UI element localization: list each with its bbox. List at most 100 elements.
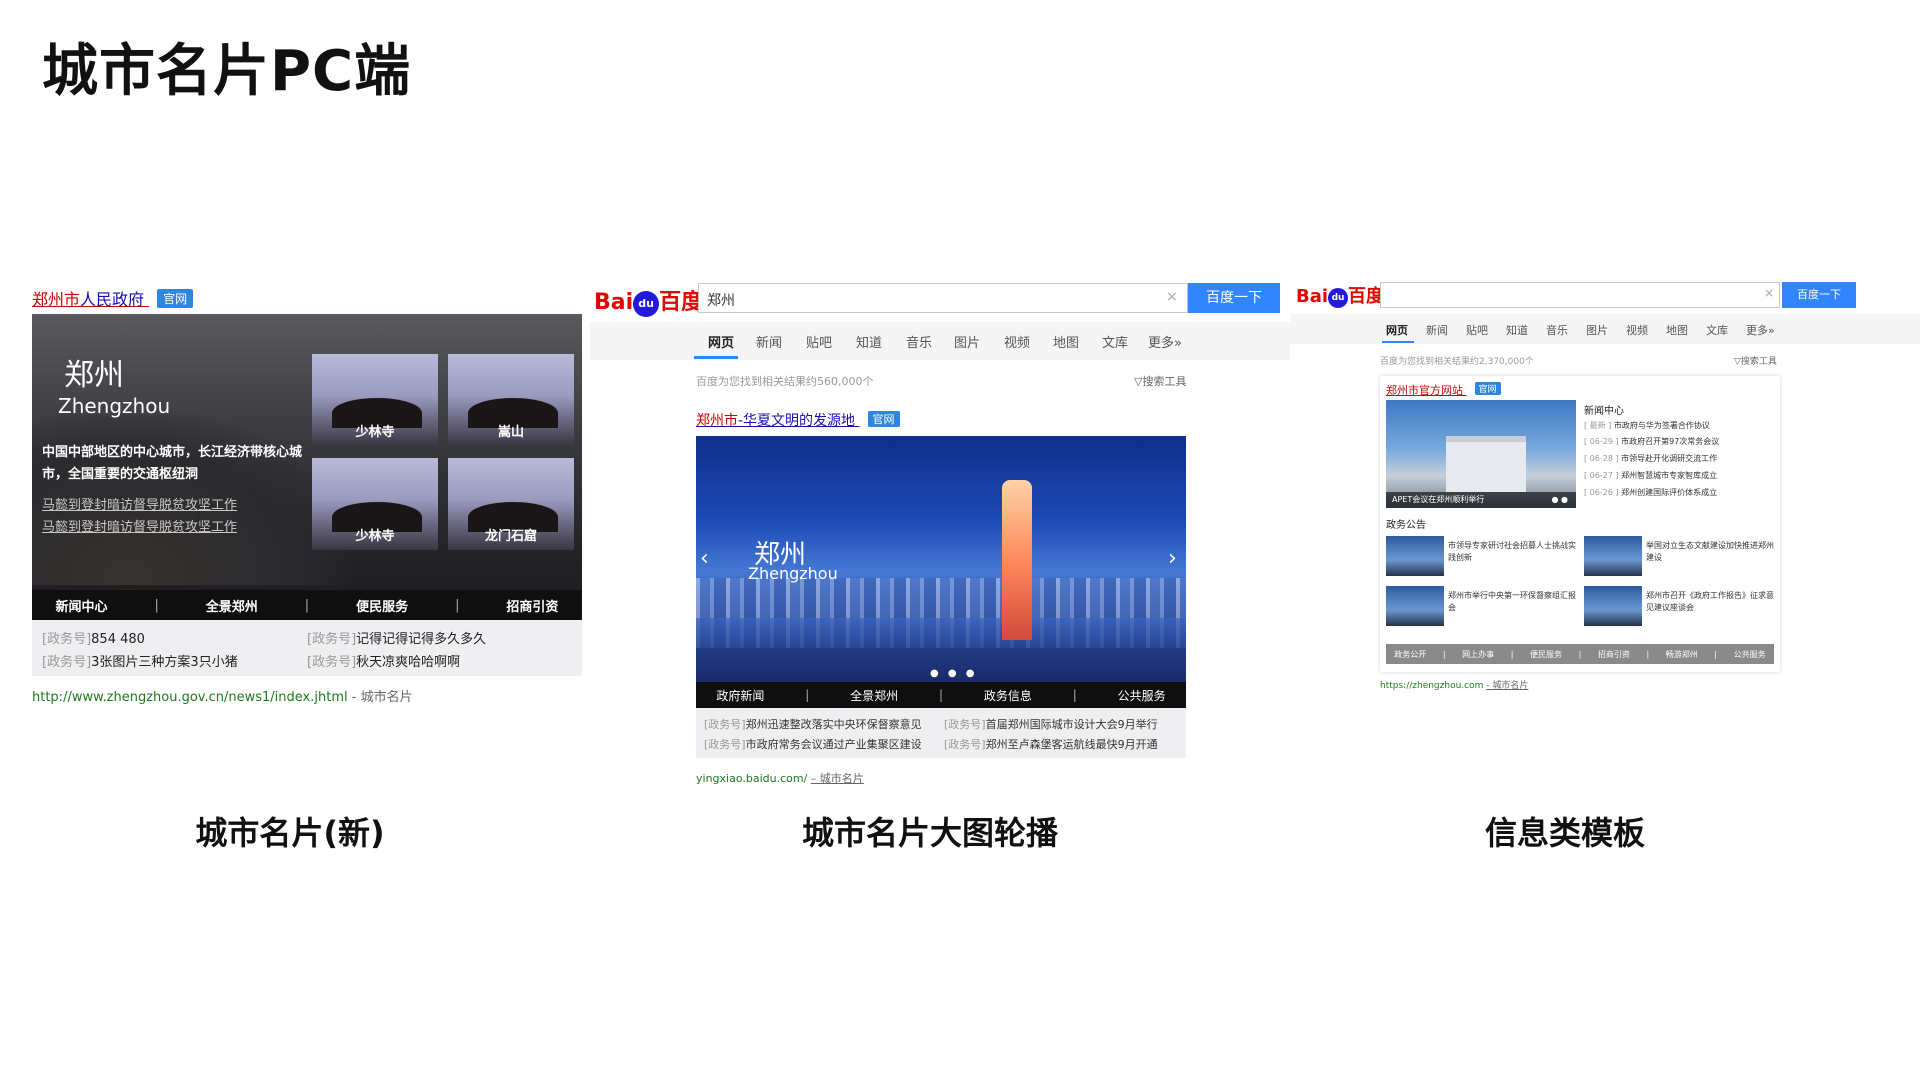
info-item[interactable]: [政务号]秋天凉爽哈哈啊啊: [307, 651, 460, 670]
building: [1446, 436, 1526, 492]
caption-city-card-new: 城市名片(新): [195, 814, 385, 852]
info-card: 郑州市官方网站 官网 APET会议在郑州顺利举行 ● ● 新闻中心 [ 最新 ]…: [1380, 376, 1780, 672]
search-input[interactable]: 郑州: [698, 283, 1188, 313]
search-button[interactable]: 百度一下: [1188, 283, 1280, 313]
nav-item[interactable]: 政务公开: [1394, 649, 1426, 660]
news-item[interactable]: [ 06-27 ] 郑州智慧城市专家智库成立: [1584, 470, 1717, 481]
carousel-hero-image[interactable]: 郑州 Zhengzhou ‹ › ● ● ●: [696, 436, 1186, 682]
nav-item[interactable]: 招商引资: [1598, 649, 1630, 660]
search-tabs: 网页 新闻 贴吧 知道 音乐 图片 视频 地图 文库 更多»: [590, 322, 1290, 360]
notice-thumb[interactable]: [1584, 586, 1642, 626]
news-link[interactable]: 马懿到登封暗访督导脱贫攻坚工作: [42, 516, 237, 535]
search-input[interactable]: [1380, 282, 1780, 308]
caption-city-card-carousel: 城市名片大图轮播: [801, 814, 1058, 852]
tab-images[interactable]: 图片: [954, 332, 980, 351]
tab-map[interactable]: 地图: [1053, 332, 1079, 351]
news-item[interactable]: [ 最新 ] 市政府与华为签署合作协议: [1584, 420, 1710, 431]
nav-item[interactable]: 便民服务: [1530, 649, 1562, 660]
notice-thumb[interactable]: [1386, 586, 1444, 626]
tab-tieba[interactable]: 贴吧: [806, 332, 832, 351]
nav-item[interactable]: 全景郑州: [850, 687, 898, 704]
carousel-dots[interactable]: ● ●: [1551, 492, 1568, 508]
nav-item[interactable]: 全景郑州: [206, 596, 258, 615]
official-badge: 官网: [1474, 382, 1501, 395]
nav-item[interactable]: 公共服务: [1734, 649, 1766, 660]
result-title-city[interactable]: 郑州市: [32, 290, 80, 309]
result-title-link[interactable]: 郑州市-华夏文明的发源地 官网: [696, 410, 900, 430]
notice-thumb[interactable]: [1386, 536, 1444, 576]
tab-news[interactable]: 新闻: [1426, 322, 1448, 338]
tab-video[interactable]: 视频: [1004, 332, 1030, 351]
tab-web[interactable]: 网页: [1386, 322, 1408, 338]
info-item[interactable]: [政务号]854 480: [42, 628, 145, 647]
tab-wenku[interactable]: 文库: [1102, 332, 1128, 351]
city-nav-bar: 新闻中心 | 全景郑州 | 便民服务 | 招商引资: [32, 590, 582, 620]
headline-image[interactable]: APET会议在郑州顺利举行 ● ●: [1386, 400, 1576, 508]
chevron-right-icon[interactable]: ›: [1168, 546, 1177, 571]
news-item[interactable]: [ 06-28 ] 市领导赴开化调研交流工作: [1584, 453, 1717, 464]
result-title-rest[interactable]: 人民政府: [80, 290, 144, 309]
tab-wenku[interactable]: 文库: [1706, 322, 1728, 338]
scenic-thumb[interactable]: 嵩山: [448, 354, 574, 446]
info-item[interactable]: [政务号]3张图片三种方案3只小猪: [42, 651, 238, 670]
tab-images[interactable]: 图片: [1586, 322, 1608, 338]
city-nav-bar: 政府新闻 | 全景郑州 | 政务信息 | 公共服务: [696, 682, 1186, 708]
carousel-dots[interactable]: ● ● ●: [930, 668, 978, 679]
gov-info-list: [政务号]854 480 [政务号]记得记得记得多久多久 [政务号]3张图片三种…: [32, 620, 582, 676]
info-item[interactable]: [政务号]郑州迅速整改落实中央环保督察意见: [704, 716, 922, 732]
notice-thumb[interactable]: [1584, 536, 1642, 576]
scenic-thumb-label: 少林寺: [355, 529, 395, 544]
notice-text[interactable]: 郑州市举行中央第一环保督察组汇报会: [1448, 590, 1576, 614]
notice-text[interactable]: 举国对立生态文献建设加快推进郑州建设: [1646, 540, 1774, 564]
nav-item[interactable]: 便民服务: [356, 596, 408, 615]
scenic-thumb[interactable]: 少林寺: [312, 354, 438, 446]
tab-music[interactable]: 音乐: [1546, 322, 1568, 338]
tab-tieba[interactable]: 贴吧: [1466, 322, 1488, 338]
scenic-thumb[interactable]: 龙门石窟: [448, 458, 574, 550]
news-heading: 新闻中心: [1584, 406, 1624, 417]
tab-news[interactable]: 新闻: [756, 332, 782, 351]
result-title-link[interactable]: 郑州市人民政府 官网: [32, 286, 194, 310]
scenic-thumb[interactable]: 少林寺: [312, 458, 438, 550]
tab-zhidao[interactable]: 知道: [856, 332, 882, 351]
nav-item[interactable]: 招商引资: [506, 596, 558, 615]
result-title-link[interactable]: 郑州市官方网站 官网: [1386, 382, 1501, 398]
info-item[interactable]: [政务号]首届郑州国际城市设计大会9月举行: [944, 716, 1158, 732]
tab-music[interactable]: 音乐: [906, 332, 932, 351]
news-item[interactable]: [ 06-26 ] 郑州创建国际评价体系成立: [1584, 487, 1717, 498]
active-tab-underline: [1382, 341, 1414, 343]
tab-zhidao[interactable]: 知道: [1506, 322, 1528, 338]
nav-item[interactable]: 畅游郑州: [1666, 649, 1698, 660]
notice-text[interactable]: 郑州市召开《政府工作报告》征求意见建议座谈会: [1646, 590, 1774, 614]
info-item[interactable]: [政务号]市政府常务会议通过产业集聚区建设: [704, 736, 922, 752]
tab-web[interactable]: 网页: [708, 332, 734, 351]
search-tools[interactable]: ▽搜索工具: [1734, 354, 1777, 367]
clear-icon[interactable]: ×: [1166, 289, 1178, 305]
notice-text[interactable]: 市领导专家研讨社会招募人士挑战实践创新: [1448, 540, 1576, 564]
baidu-logo[interactable]: Bai du 百度: [1296, 282, 1384, 308]
news-link[interactable]: 马懿到登封暗访督导脱贫攻坚工作: [42, 494, 237, 513]
clear-icon[interactable]: ×: [1764, 286, 1774, 300]
news-item[interactable]: [ 06-29 ] 市政府召开第97次常务会议: [1584, 436, 1719, 447]
city-name-cn: 郑州: [64, 358, 124, 393]
tab-more[interactable]: 更多»: [1148, 332, 1182, 351]
result-url[interactable]: https://zhengzhou.com - 城市名片: [1380, 678, 1528, 691]
search-button[interactable]: 百度一下: [1782, 282, 1856, 308]
info-template-panel: Bai du 百度 × 百度一下 网页 新闻 贴吧 知道 音乐 图片 视频 地图 文…: [1290, 276, 1920, 696]
info-item[interactable]: [政务号]郑州至卢森堡客运航线最快9月开通: [944, 736, 1158, 752]
result-url[interactable]: http://www.zhengzhou.gov.cn/news1/index.…: [32, 686, 413, 705]
active-tab-underline: [694, 356, 738, 359]
nav-item[interactable]: 新闻中心: [55, 596, 107, 615]
baidu-logo[interactable]: Bai du 百度: [594, 284, 703, 317]
result-url[interactable]: yingxiao.baidu.com/ – 城市名片: [696, 770, 864, 786]
nav-item[interactable]: 政务信息: [984, 687, 1032, 704]
search-tools[interactable]: ▽搜索工具: [1134, 373, 1186, 389]
nav-item[interactable]: 政府新闻: [716, 687, 764, 704]
tab-more[interactable]: 更多»: [1746, 322, 1775, 338]
nav-item[interactable]: 网上办事: [1462, 649, 1494, 660]
chevron-left-icon[interactable]: ‹: [700, 546, 709, 571]
tab-map[interactable]: 地图: [1666, 322, 1688, 338]
info-item[interactable]: [政务号]记得记得记得多久多久: [307, 628, 486, 647]
nav-item[interactable]: 公共服务: [1118, 687, 1166, 704]
tab-video[interactable]: 视频: [1626, 322, 1648, 338]
